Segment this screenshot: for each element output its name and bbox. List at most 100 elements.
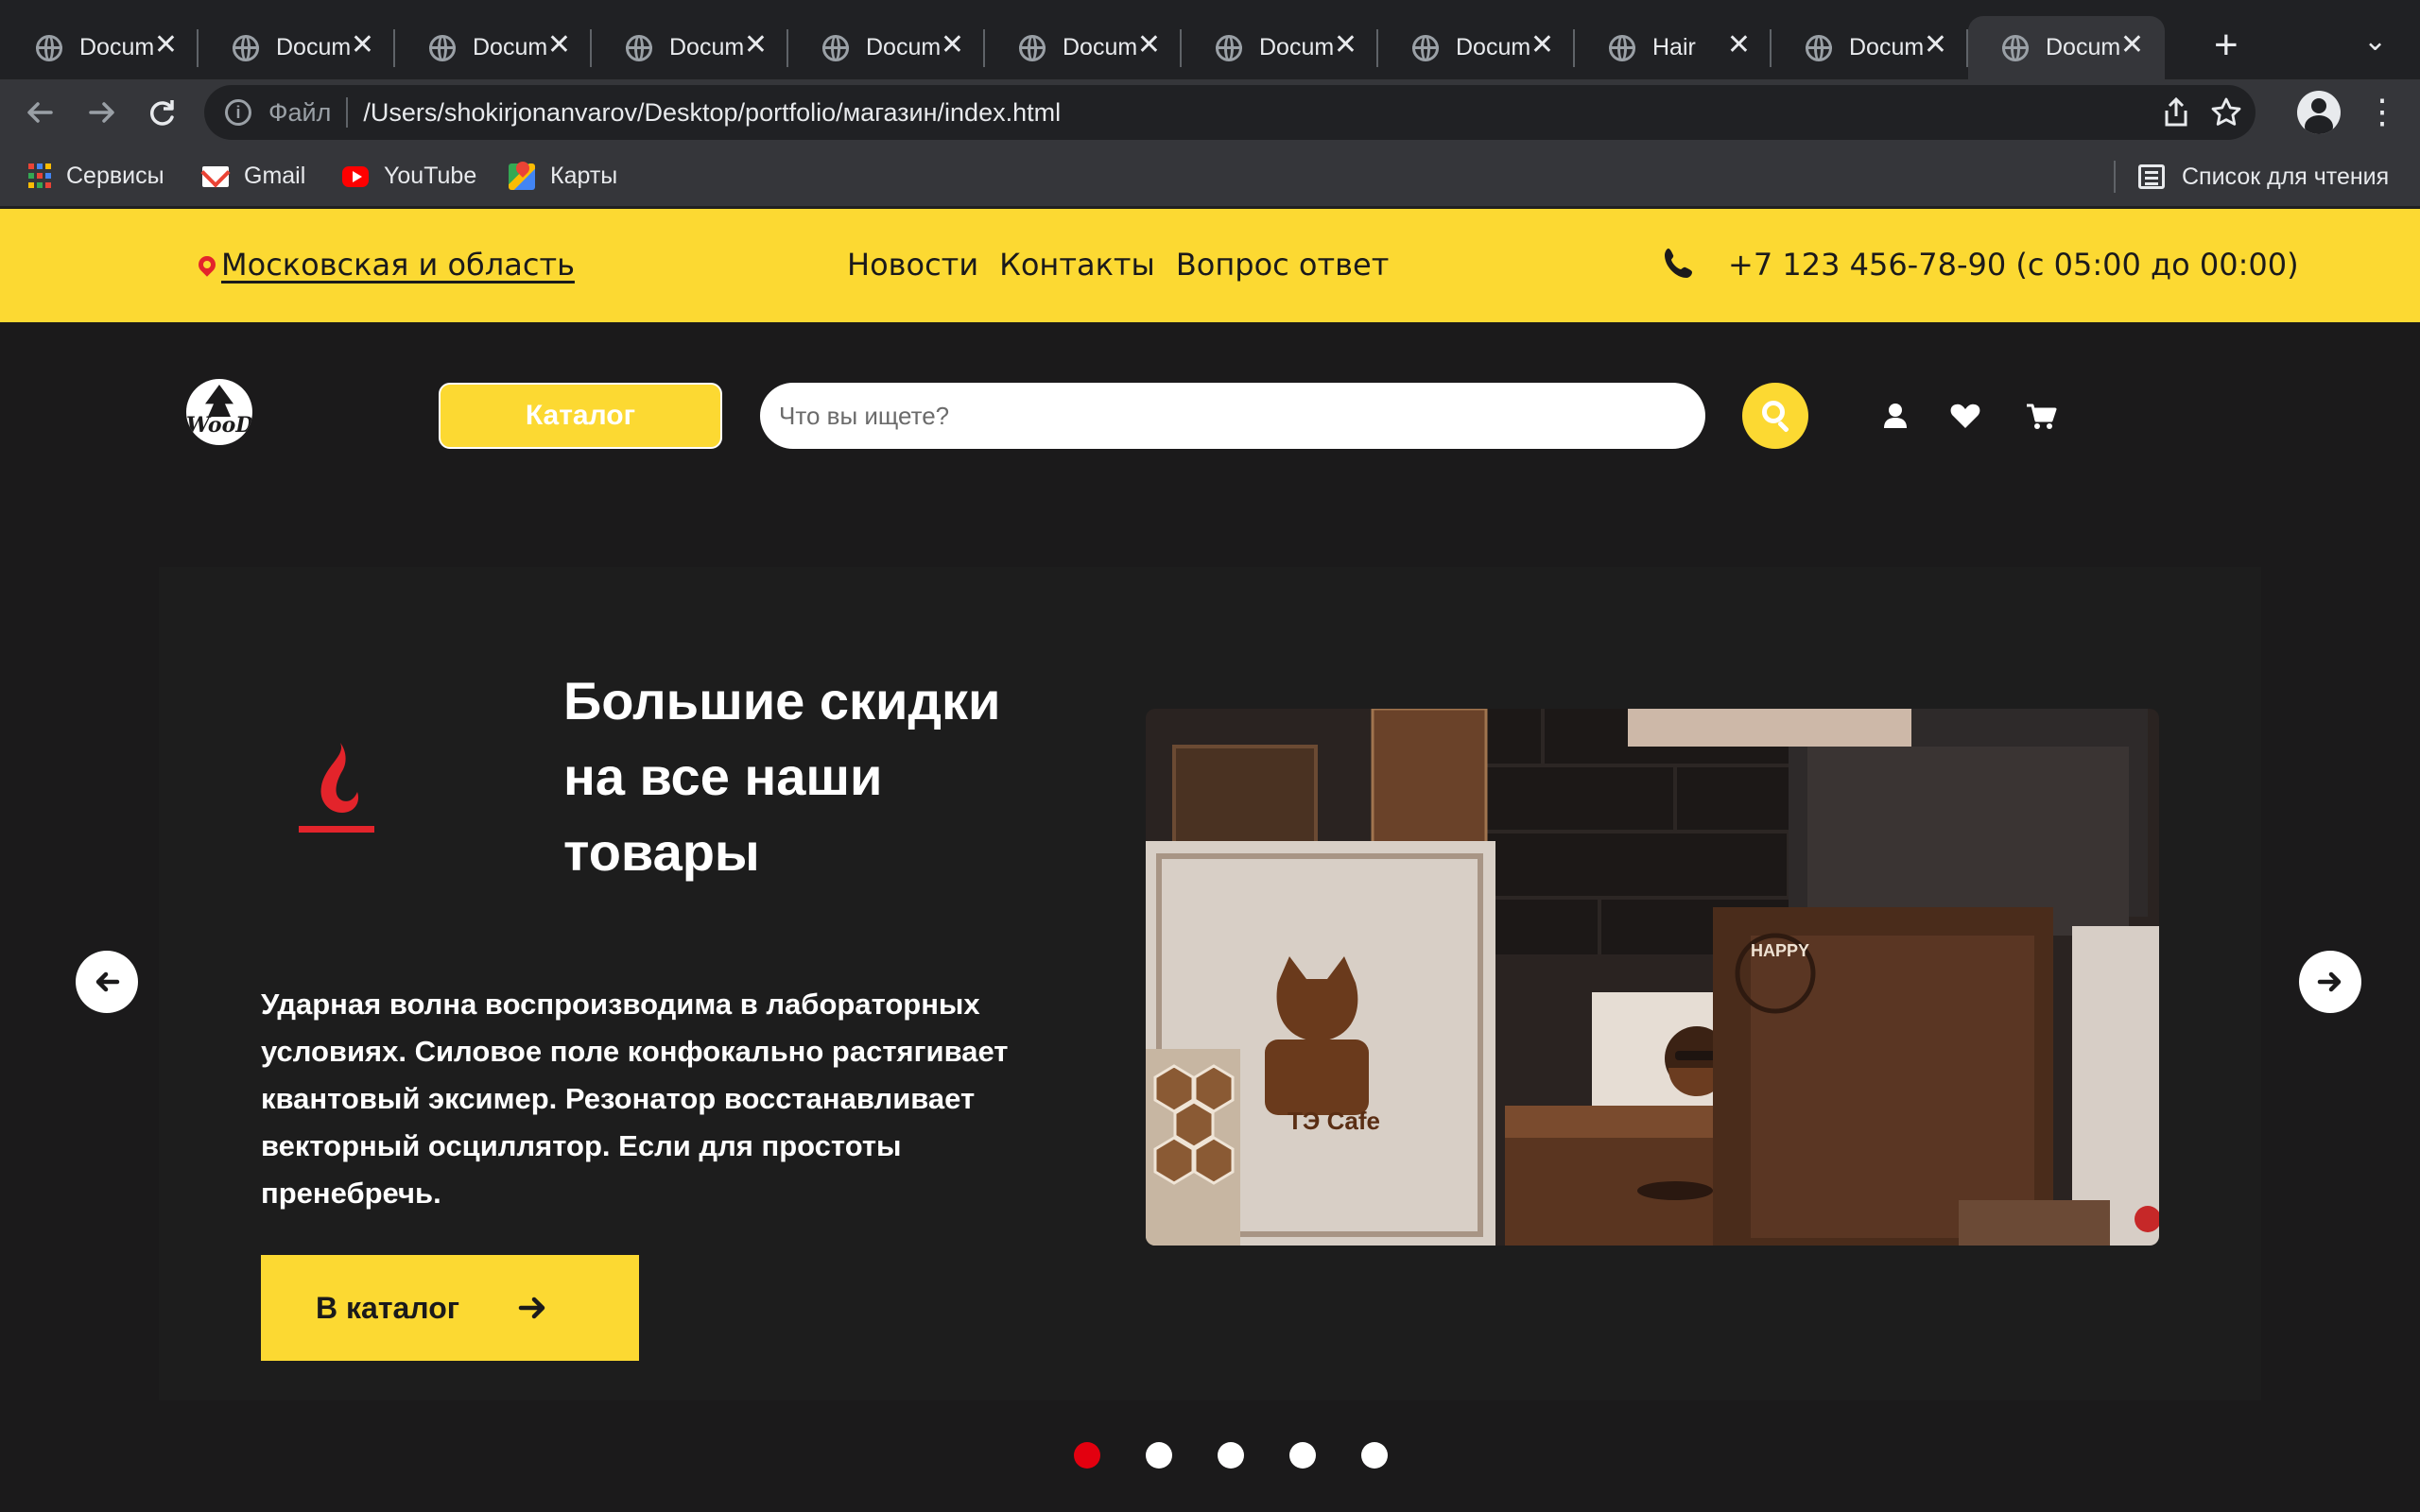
browser-tab[interactable]: Docum ✕ [1378,16,1575,79]
slider-dot[interactable] [1074,1442,1100,1469]
nav-link-news[interactable]: Новости [847,247,978,283]
to-catalog-button[interactable]: В каталог [261,1255,639,1361]
globe-icon [1609,34,1635,61]
tab-title: Docum [1456,34,1531,60]
bookmark-youtube[interactable]: YouTube [342,163,476,190]
new-tab-button[interactable]: + [2214,23,2238,68]
cafe-box-text: ТЭ Cafe [1288,1107,1380,1135]
tab-title: Docum [1849,34,1925,60]
globe-icon [1806,34,1832,61]
site-logo[interactable]: WooD [186,379,252,445]
browser-tab[interactable]: Docum ✕ [1968,16,2165,79]
reading-list-label: Список для чтения [2182,163,2390,190]
scheme-label: Файл [268,97,332,127]
user-icon[interactable] [1879,400,1911,432]
slider-next-button[interactable] [2299,951,2361,1013]
happy-box-text: HAPPY [1751,941,1809,960]
reload-icon[interactable] [138,89,185,136]
browser-toolbar: i Файл /Users/shokirjonanvarov/Desktop/p… [0,79,2420,146]
bookmarks-bar: Сервисы Gmail YouTube Карты Список для ч… [0,146,2420,208]
hero-product-photo: ТЭ Cafe HAPPY [1146,709,2159,1246]
tab-title: Docum [2046,34,2121,60]
globe-icon [822,34,849,61]
bookmark-star-icon[interactable] [2210,96,2242,136]
reading-list-icon [2138,164,2165,189]
omnibox-divider [346,97,349,128]
bookmark-label: Карты [550,163,618,189]
browser-tab[interactable]: Docum ✕ [985,16,1182,79]
tab-title: Docum [1259,34,1335,60]
tab-title: Docum [79,34,155,60]
tab-title: Hair [1652,34,1696,60]
arrow-left-icon [95,971,120,992]
browser-tab[interactable]: Docum ✕ [2,16,199,79]
phone-number[interactable]: +7 123 456-78-90 (с 05:00 до 00:00) [1728,247,2299,283]
reading-list-button[interactable]: Список для чтения [2114,161,2389,193]
browser-tab[interactable]: Docum ✕ [788,16,985,79]
address-bar[interactable]: i Файл /Users/shokirjonanvarov/Desktop/p… [204,85,2256,140]
url-text[interactable]: /Users/shokirjonanvarov/Desktop/portfoli… [363,98,1061,128]
close-tab-icon[interactable]: ✕ [1530,29,1554,61]
browser-tab[interactable]: Docum ✕ [1772,16,1968,79]
slider-dot[interactable] [1289,1442,1316,1469]
share-icon[interactable] [2161,96,2191,136]
to-catalog-label: В каталог [316,1290,460,1325]
bookmark-maps[interactable]: Карты [509,163,617,190]
site-header: WooD Каталог [0,322,2420,577]
browser-tab[interactable]: Hair ✕ [1575,16,1772,79]
catalog-button[interactable]: Каталог [439,383,722,449]
search-icon [1762,401,1785,423]
globe-icon [1019,34,1046,61]
browser-tab[interactable]: Docum ✕ [1182,16,1378,79]
back-arrow-icon[interactable] [17,89,64,136]
region-label: Московская и область [221,247,575,283]
nav-link-contacts[interactable]: Контакты [999,247,1155,283]
close-tab-icon[interactable]: ✕ [1924,29,1947,61]
cart-icon[interactable] [2025,400,2057,432]
bookmark-label: YouTube [384,163,477,189]
close-tab-icon[interactable]: ✕ [1727,29,1751,61]
close-tab-icon[interactable]: ✕ [547,29,571,61]
slider-dot[interactable] [1361,1442,1388,1469]
site-info-icon[interactable]: i [225,99,251,126]
tree-icon [205,385,233,417]
close-tab-icon[interactable]: ✕ [351,29,374,61]
slider-dot[interactable] [1218,1442,1244,1469]
globe-icon [429,34,456,61]
tab-title: Docum [276,34,352,60]
heart-icon[interactable] [1949,400,1981,432]
globe-icon [2002,34,2029,61]
arrow-right-icon [518,1297,545,1319]
close-tab-icon[interactable]: ✕ [744,29,768,61]
nav-link-faq[interactable]: Вопрос ответ [1176,247,1390,283]
browser-menu-icon[interactable]: ⋮ [2365,91,2399,132]
slider-pagination [1074,1442,1388,1469]
globe-icon [233,34,259,61]
close-tab-icon[interactable]: ✕ [941,29,964,61]
close-tab-icon[interactable]: ✕ [1137,29,1161,61]
search-input[interactable] [760,383,1705,449]
close-tab-icon[interactable]: ✕ [154,29,178,61]
close-tab-icon[interactable]: ✕ [2120,29,2144,61]
youtube-icon [342,165,369,187]
slider-dot[interactable] [1146,1442,1172,1469]
slider-prev-button[interactable] [76,951,138,1013]
browser-tab[interactable]: Docum ✕ [395,16,592,79]
phone-icon [1665,249,1692,278]
forward-arrow-icon[interactable] [78,89,125,136]
bookmark-apps[interactable]: Сервисы [28,163,164,190]
browser-tab[interactable]: Docum ✕ [592,16,788,79]
close-tab-icon[interactable]: ✕ [1334,29,1357,61]
profile-avatar-icon[interactable] [2297,91,2341,134]
location-pin-icon [195,252,219,277]
maps-icon [509,163,535,190]
browser-tab-strip: Docum ✕ Docum ✕ Docum ✕ Docum ✕ Docum ✕ Docum ✕ Docu… [0,0,2420,79]
bookmark-gmail[interactable]: Gmail [202,163,305,190]
globe-icon [1412,34,1439,61]
search-button[interactable] [1742,383,1808,449]
hero-description: Ударная волна воспроизводима в лаборатор… [261,988,1009,1210]
region-link[interactable]: Московская и область [195,247,575,283]
arrow-right-icon [2317,971,2342,992]
browser-tab[interactable]: Docum ✕ [199,16,395,79]
tab-search-chevron-icon[interactable]: ⌄ [2363,25,2387,58]
